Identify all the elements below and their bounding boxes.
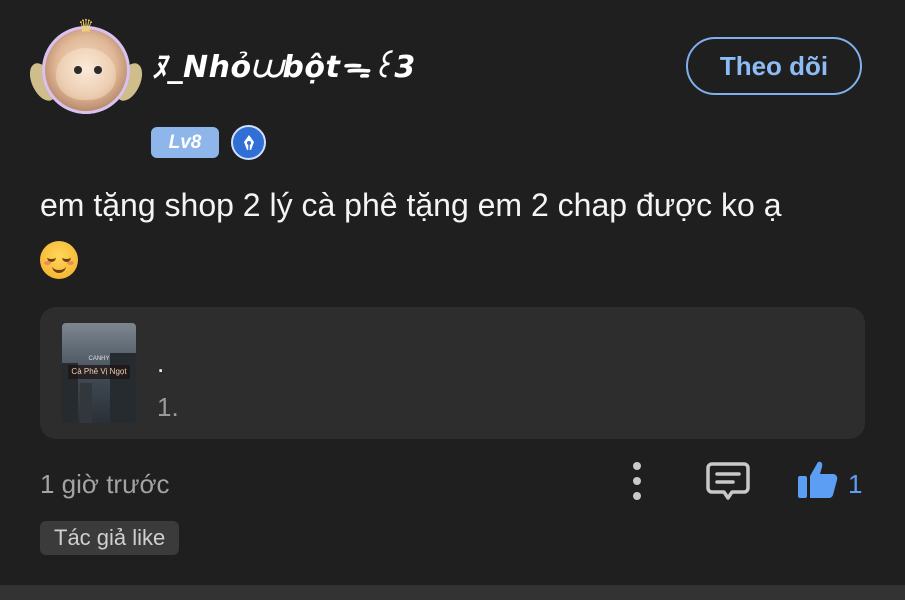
cover-title: Cà Phê Vị Ngọt <box>68 365 130 379</box>
cover-tag: CANHY <box>88 356 110 362</box>
book-cover: CANHY Cà Phê Vị Ngọt <box>62 323 136 423</box>
author-like-badge: Tác giả like <box>40 521 180 555</box>
avatar[interactable]: ♛ <box>24 16 148 122</box>
level-badge: Lv8 <box>151 127 219 158</box>
comment-body: em tặng shop 2 lý cà phê tặng em 2 chap … <box>40 187 782 223</box>
comment-time: 1 giờ trước <box>40 469 170 499</box>
avatar-cat-image <box>56 48 116 100</box>
smiling-face-emoji-icon <box>40 240 78 279</box>
comment-reply-icon[interactable] <box>706 460 750 502</box>
crown-icon: ♛ <box>77 16 95 36</box>
book-chapter: 1. <box>157 392 179 422</box>
username[interactable]: ﾇ_Nhỏ⩊bột⁠ᯓ꒰3 <box>152 42 416 86</box>
like-count: 1 <box>848 469 863 499</box>
book-title: . <box>157 348 165 378</box>
pen-nib-icon <box>231 125 266 160</box>
comment-text: em tặng shop 2 lý cà phê tặng em 2 chap … <box>40 180 870 280</box>
more-vertical-icon[interactable] <box>627 462 647 500</box>
thumbs-up-icon[interactable] <box>796 458 840 502</box>
avatar-eye <box>94 66 102 74</box>
follow-button[interactable]: Theo dõi <box>686 37 862 95</box>
divider <box>0 585 905 600</box>
avatar-eye <box>74 66 82 74</box>
